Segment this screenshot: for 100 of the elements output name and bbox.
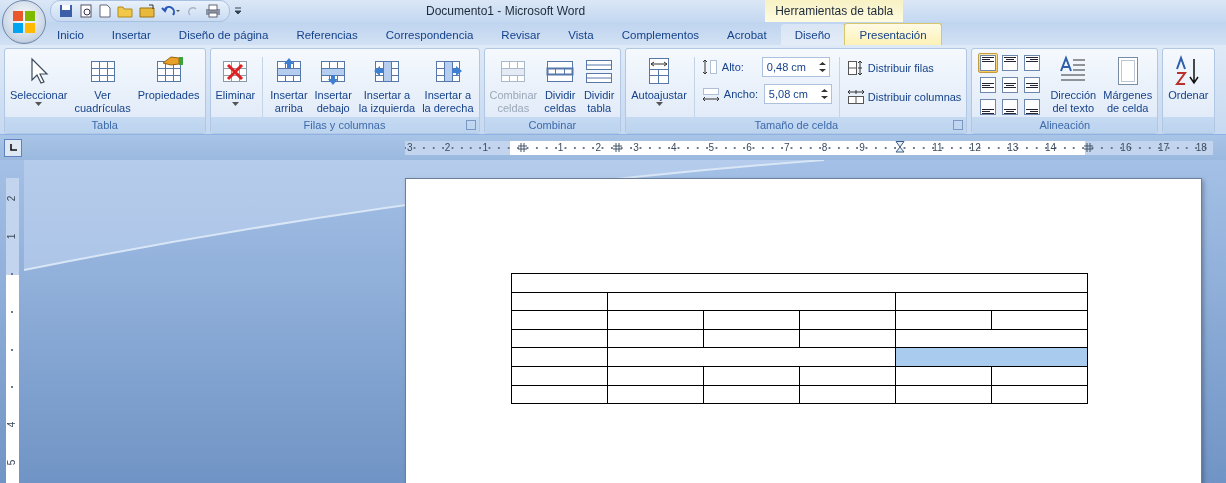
distribute-rows-icon	[846, 60, 865, 76]
contextual-tab-title: Herramientas de tabla	[765, 0, 904, 22]
indent-marker-icon[interactable]	[894, 140, 905, 155]
table-cell[interactable]	[608, 348, 896, 367]
ruler-number: 5	[707, 142, 716, 153]
ribbon-button[interactable]: Márgenes de celda	[1100, 51, 1156, 117]
field-label: Ancho:	[723, 88, 760, 100]
ribbon-tab[interactable]: Complementos	[607, 24, 714, 45]
align-icon	[980, 77, 997, 93]
ruler-number: 2	[594, 142, 603, 153]
ruler-number: 5	[6, 459, 18, 466]
caret-icon	[231, 102, 239, 106]
table-cell[interactable]	[896, 348, 1088, 367]
caret-icon	[35, 102, 43, 106]
align-icon	[980, 99, 997, 115]
ribbon-button[interactable]: Insertar a la izquierda	[355, 51, 419, 117]
spin-field[interactable]: 5,08 cm	[763, 84, 832, 104]
ribbon-button[interactable]: Seleccionar	[7, 51, 71, 108]
ribbon-tab[interactable]: Inicio	[43, 24, 98, 45]
align-button[interactable]	[1000, 97, 1021, 117]
table-cell[interactable]	[512, 274, 1088, 293]
align-button[interactable]	[1000, 75, 1021, 95]
customize-caret-icon[interactable]	[234, 7, 242, 15]
column-width-icon	[701, 86, 720, 102]
align-button[interactable]	[1000, 53, 1021, 73]
ribbon-button[interactable]: Dividir tabla	[580, 51, 619, 117]
ruler-number: 3	[406, 142, 414, 153]
window-title: Documento1 - Microsoft Word	[426, 4, 586, 18]
ribbon-button[interactable]: Propiedades	[134, 51, 203, 104]
table-cell[interactable]	[608, 311, 704, 330]
spin-field[interactable]: 0,48 cm	[761, 57, 830, 77]
group-label: Tamaño de celda	[754, 119, 839, 131]
ribbon-button[interactable]: Dividir celdas	[541, 51, 580, 117]
ribbon-tab[interactable]: Insertar	[97, 24, 165, 45]
new-document-icon[interactable]	[99, 4, 111, 18]
print-preview-icon[interactable]	[79, 4, 93, 18]
ribbon-button[interactable]: Insertar a la derecha	[419, 51, 477, 117]
align-icon	[1024, 55, 1041, 71]
align-icon	[980, 55, 997, 71]
ribbon-button[interactable]: Ordenar	[1165, 51, 1212, 104]
left-tab-icon	[9, 144, 17, 152]
table-cell[interactable]	[512, 311, 608, 330]
align-icon	[1002, 99, 1019, 115]
align-button[interactable]	[978, 53, 999, 73]
table-cell[interactable]	[704, 311, 800, 330]
ribbon-tab[interactable]: Vista	[554, 24, 608, 45]
align-button[interactable]	[1022, 53, 1043, 73]
table-cell[interactable]	[992, 311, 1088, 330]
save-icon[interactable]	[59, 4, 73, 18]
ruler-number: 14	[1043, 142, 1058, 153]
ruler-number: 2	[6, 196, 18, 202]
vertical-ruler[interactable]: 2 1 4 5	[5, 178, 19, 483]
ribbon-button[interactable]: Autoajustar	[628, 51, 690, 108]
ruler-number: 13	[1006, 142, 1020, 153]
ribbon-tab[interactable]: Correspondencia	[371, 24, 488, 45]
ribbon-button[interactable]: Insertar debajo	[311, 51, 355, 117]
ruler-number: 9	[858, 142, 866, 153]
ribbon-tab[interactable]: Presentación	[844, 23, 942, 45]
ribbon-small-button[interactable]: Distribuir columnas	[846, 86, 962, 108]
folder-icon[interactable]	[139, 4, 155, 18]
ruler-number: 3	[632, 142, 640, 153]
ruler-number: 4	[6, 422, 18, 428]
horizontal-ruler[interactable]: 3 2 1 1 2 3 4 5 6 7 8 9 11 12 13 14 16 17 18	[405, 140, 1213, 155]
table-cell[interactable]	[896, 311, 992, 330]
align-icon	[1002, 77, 1019, 93]
spinner-arrows-icon[interactable]	[820, 88, 828, 100]
ribbon-tab[interactable]: Diseño	[780, 24, 845, 45]
align-icon	[1024, 77, 1041, 93]
ribbon-button[interactable]: Dirección del texto	[1047, 51, 1100, 117]
align-button[interactable]	[1022, 97, 1043, 117]
column-marker-icon[interactable]	[1083, 143, 1093, 152]
spinner-arrows-icon[interactable]	[818, 61, 826, 73]
ruler-number: 17	[1157, 142, 1171, 153]
ribbon-tab[interactable]: Referencias	[282, 24, 372, 45]
column-marker-icon[interactable]	[612, 143, 622, 152]
ribbon-small-button[interactable]: Distribuir filas	[846, 57, 962, 79]
ribbon-tab[interactable]: Revisar	[487, 24, 555, 45]
ruler-number: 12	[968, 142, 982, 153]
ribbon-tab[interactable]: Diseño de página	[164, 24, 283, 45]
distribute-columns-icon	[846, 89, 865, 105]
align-button[interactable]	[1022, 75, 1043, 95]
align-button[interactable]	[978, 75, 999, 95]
table-cell[interactable]	[800, 311, 896, 330]
print-icon[interactable]	[205, 4, 221, 18]
tab-selector-button[interactable]	[4, 139, 22, 157]
ruler-number: 8	[820, 142, 829, 153]
ruler-number: 1	[6, 233, 18, 240]
ribbon-button[interactable]: Ver cuadrículas	[71, 51, 134, 117]
table-cell[interactable]	[512, 348, 608, 367]
ruler-number: 6	[745, 142, 753, 153]
ribbon-button[interactable]: Eliminar	[212, 51, 259, 108]
ribbon-button[interactable]: Insertar arriba	[267, 51, 311, 117]
ruler-number: 4	[669, 142, 678, 153]
column-marker-icon[interactable]	[518, 143, 528, 152]
caret-icon	[655, 102, 663, 106]
align-button[interactable]	[978, 97, 999, 117]
field-label: Alto:	[721, 61, 745, 73]
ribbon-tab[interactable]: Acrobat	[713, 24, 781, 45]
ruler-number: 11	[931, 142, 944, 153]
undo-icon[interactable]	[161, 4, 181, 18]
